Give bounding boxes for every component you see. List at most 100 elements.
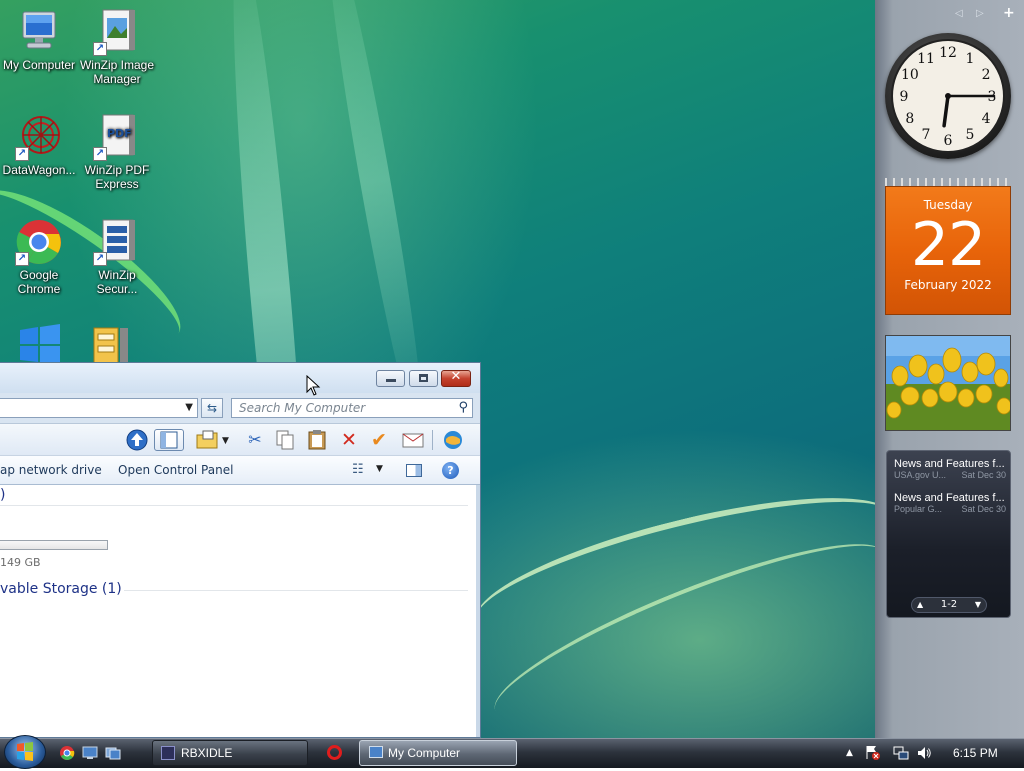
computer-icon: [15, 8, 63, 56]
preview-pane-button[interactable]: [406, 464, 422, 477]
address-bar[interactable]: ▼: [0, 398, 198, 418]
desktop-icon-my-computer[interactable]: My Computer: [0, 8, 78, 72]
clock-numeral: 8: [905, 111, 914, 127]
shortcut-arrow-icon: ↗: [93, 147, 107, 161]
taskbar: RBXIDLE My Computer ▲ 6:15 PM: [0, 735, 1024, 769]
address-row: ▼ ⇆ Search My Computer ⚲: [0, 393, 480, 423]
maximize-button[interactable]: [409, 370, 438, 387]
feed-item-source: Popular G...: [894, 504, 943, 514]
opera-icon[interactable]: [327, 745, 342, 760]
desktop-icon-label: WinZip Image: [79, 58, 155, 72]
desktop-icon-winzip-image-manager[interactable]: ↗ WinZip Image Manager: [78, 8, 156, 86]
slideshow-gadget[interactable]: [885, 335, 1011, 431]
mouse-cursor-icon: [306, 374, 322, 397]
copy-icon: [276, 430, 294, 450]
chrome-icon: ↗: [15, 218, 63, 266]
desktop-icon-google-chrome[interactable]: ↗ Google Chrome: [0, 218, 78, 296]
windows-logo-icon[interactable]: [18, 324, 62, 364]
taskbar-button-label: RBXIDLE: [181, 746, 233, 760]
feed-item-source: USA.gov U...: [894, 470, 947, 480]
desktop-icon-label: DataWagon...: [2, 163, 76, 177]
email-button[interactable]: [400, 429, 426, 451]
chrome-icon[interactable]: [59, 745, 75, 761]
copy-button[interactable]: [272, 429, 298, 451]
delete-button[interactable]: ✕: [336, 429, 362, 451]
cabinet-icon[interactable]: [92, 324, 132, 365]
refresh-button[interactable]: ⇆: [201, 398, 223, 418]
minimize-icon: [386, 379, 396, 382]
group-divider: [124, 590, 468, 591]
folder-view-button[interactable]: [194, 429, 220, 451]
desktop-icon-label: WinZip PDF: [84, 163, 150, 177]
file-list-pane[interactable]: ) 149 GB vable Storage (1): [0, 485, 476, 737]
paste-icon: [308, 430, 326, 450]
cut-button[interactable]: ✂: [242, 429, 268, 451]
delete-icon: ✕: [341, 429, 357, 451]
show-desktop-icon[interactable]: [82, 745, 98, 761]
command-bar: ap network drive Open Control Panel ☷ ▼ …: [0, 455, 480, 485]
calendar-gadget[interactable]: Tuesday 22 February 2022: [885, 178, 1011, 315]
clock-numeral: 4: [982, 111, 991, 127]
winzip-secure-icon: ↗: [93, 218, 141, 266]
show-hidden-icons-icon[interactable]: ▲: [846, 748, 853, 758]
calendar-page: Tuesday 22 February 2022: [885, 186, 1011, 315]
drive-capacity-bar: [0, 540, 108, 550]
desktop-icon-winzip-pdf-express[interactable]: PDF ↗ WinZip PDF Express: [78, 113, 156, 191]
up-folder-button[interactable]: [124, 429, 150, 451]
add-gadget-icon[interactable]: +: [1003, 5, 1015, 21]
feed-headlines-gadget[interactable]: News and Features f... USA.gov U... Sat …: [886, 450, 1011, 618]
help-button[interactable]: ?: [442, 462, 459, 479]
winzip-image-manager-icon: ↗: [93, 8, 141, 56]
clock-time[interactable]: 6:15 PM: [953, 746, 998, 760]
drive-size-label: 149 GB: [0, 556, 41, 569]
sidebar-next-icon[interactable]: ▷: [976, 8, 984, 19]
feed-pager: ▲ 1-2 ▼: [911, 597, 987, 613]
explorer-window[interactable]: ✕ ▼ ⇆ Search My Computer ⚲ ▼ ✂ ✕ ✔ ap ne…: [0, 362, 481, 738]
views-button[interactable]: ☷ ▼: [352, 462, 388, 480]
refresh-icon: ⇆: [206, 401, 218, 415]
feed-prev-icon[interactable]: ▲: [917, 598, 923, 612]
address-dropdown-icon[interactable]: ▼: [185, 402, 193, 413]
taskbar-button-my-computer[interactable]: My Computer: [359, 740, 517, 766]
close-icon: ✕: [450, 369, 462, 384]
paste-button[interactable]: [304, 429, 330, 451]
close-button[interactable]: ✕: [441, 369, 471, 387]
clock-gadget[interactable]: 121234567891011: [885, 33, 1011, 159]
maximize-icon: [419, 374, 428, 382]
group-header-removable-storage[interactable]: vable Storage (1): [0, 581, 122, 597]
computer-icon: [369, 746, 383, 758]
feed-next-icon[interactable]: ▼: [975, 598, 981, 612]
explore-button[interactable]: [440, 429, 466, 451]
svg-text:PDF: PDF: [107, 127, 132, 140]
rbxidle-icon: [161, 746, 175, 760]
desktop-icon-label: Manager: [93, 72, 141, 86]
map-network-drive-button[interactable]: ap network drive: [0, 463, 102, 477]
views-icon: ☷: [352, 462, 364, 477]
desktop-icon-label: Chrome: [17, 282, 61, 296]
desktop-icon-datawagon[interactable]: ↗ DataWagon...: [0, 113, 78, 177]
volume-icon[interactable]: [916, 745, 932, 764]
network-icon[interactable]: [893, 745, 909, 764]
window-titlebar[interactable]: ✕: [0, 363, 480, 393]
properties-button[interactable]: ✔: [366, 429, 392, 451]
sidebar-prev-icon[interactable]: ◁: [955, 8, 963, 19]
switch-windows-icon[interactable]: [105, 745, 121, 761]
search-placeholder: Search My Computer: [239, 401, 366, 415]
up-arrow-icon: [126, 429, 148, 451]
minimize-button[interactable]: [376, 370, 405, 387]
taskbar-button-rbxidle[interactable]: RBXIDLE: [152, 740, 308, 766]
start-button[interactable]: [4, 735, 46, 769]
chevron-down-icon[interactable]: ▼: [222, 436, 229, 446]
search-input[interactable]: Search My Computer ⚲: [231, 398, 473, 418]
security-alert-icon[interactable]: [866, 745, 880, 760]
folders-pane-button[interactable]: [154, 429, 184, 451]
feed-item[interactable]: News and Features f... Popular G... Sat …: [894, 492, 1006, 514]
folder-icon: [196, 430, 218, 449]
open-control-panel-button[interactable]: Open Control Panel: [118, 463, 233, 477]
clock-numeral: 5: [966, 127, 975, 143]
desktop-icon-winzip-secure[interactable]: ↗ WinZip Secur...: [78, 218, 156, 296]
search-icon[interactable]: ⚲: [458, 399, 468, 417]
feed-item[interactable]: News and Features f... USA.gov U... Sat …: [894, 458, 1006, 480]
pane-icon: [160, 431, 178, 449]
wallpaper-streak: [464, 469, 875, 667]
